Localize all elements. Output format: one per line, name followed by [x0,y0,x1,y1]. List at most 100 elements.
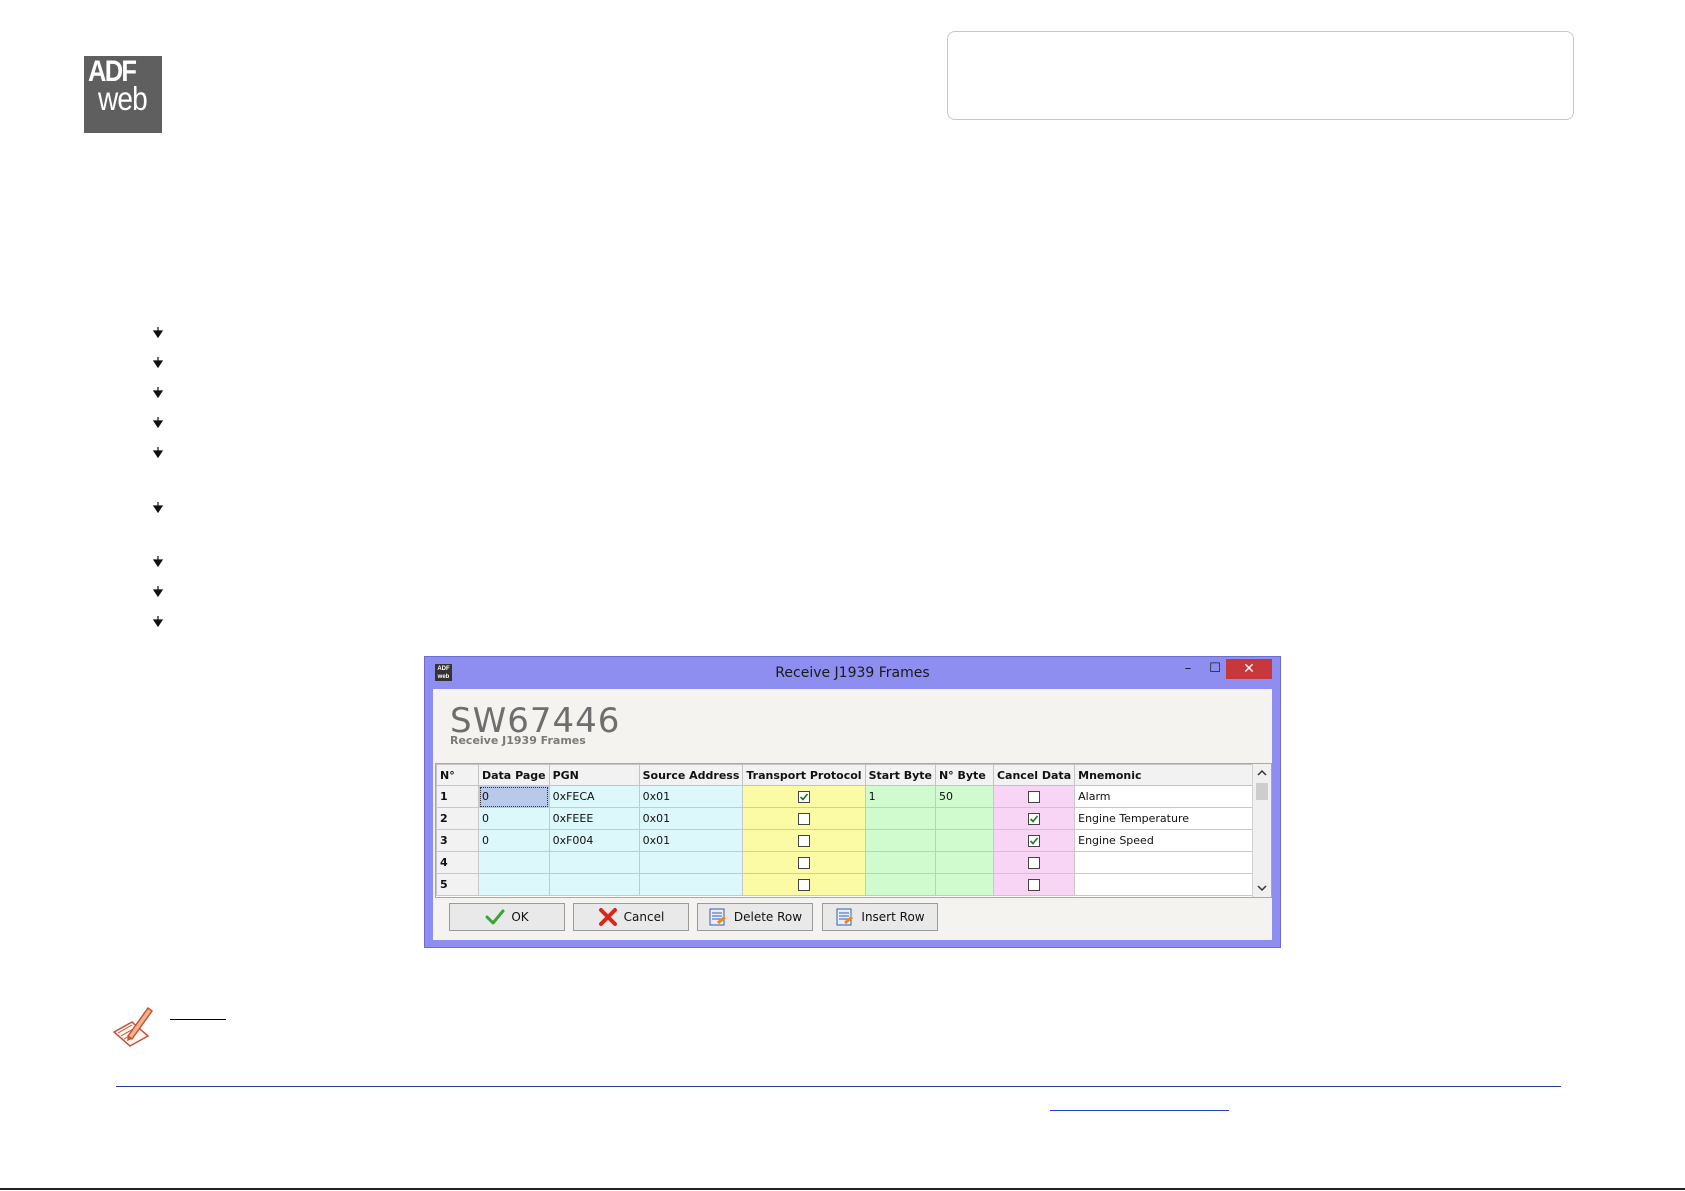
mnemonic-cell[interactable] [1074,851,1266,874]
n-byte-cell[interactable] [934,829,994,852]
cancel-data-checkbox[interactable] [1028,879,1041,891]
transport-protocol-checkbox[interactable] [797,857,810,869]
transport-protocol-cell[interactable] [742,851,866,874]
cancel-data-cell[interactable] [992,785,1076,808]
source-address-cell[interactable] [638,851,744,874]
arrow-bullet-icon [152,327,164,339]
column-header[interactable]: Cancel Data [992,764,1076,786]
arrow-bullet-icon [152,556,164,568]
cancel-data-checkbox[interactable] [1028,857,1041,869]
start-byte-cell[interactable]: 1 [864,785,936,808]
source-address-cell[interactable]: 0x01 [638,829,744,852]
transport-protocol-cell[interactable] [742,829,866,852]
note-underline [170,1019,226,1020]
row-number: 5 [436,873,479,896]
data-page-cell[interactable]: 0 [478,785,550,808]
start-byte-cell[interactable] [864,851,936,874]
cancel-data-checkbox[interactable] [1028,813,1041,825]
pgn-cell[interactable]: 0xFEEE [548,807,640,830]
transport-protocol-checkbox[interactable] [797,791,810,803]
cancel-data-cell[interactable] [992,873,1076,896]
column-header[interactable]: Mnemonic [1074,764,1266,786]
logo-web-text: web [98,80,148,117]
transport-protocol-checkbox[interactable] [797,879,810,891]
n-byte-cell[interactable] [934,851,994,874]
source-address-cell[interactable]: 0x01 [638,807,744,830]
row-number: 4 [436,851,479,874]
insert-row-button[interactable]: Insert Row [822,903,938,931]
transport-protocol-cell[interactable] [742,785,866,808]
adfweb-logo: ADF web [84,56,162,133]
cancel-data-cell[interactable] [992,829,1076,852]
column-header[interactable]: Data Page [478,764,550,786]
data-page-cell[interactable] [478,851,550,874]
pgn-cell[interactable] [548,873,640,896]
ok-button[interactable]: OK [449,903,565,931]
column-header[interactable]: N° Byte [934,764,994,786]
receive-j1939-frames-window: ADF web Receive J1939 Frames – ☐ ✕ SW6744… [424,656,1281,948]
cancel-data-cell[interactable] [992,807,1076,830]
close-button[interactable]: ✕ [1226,659,1272,679]
note-pencil-icon [110,1002,158,1048]
scroll-up-icon[interactable] [1253,765,1271,781]
column-header[interactable]: Transport Protocol [742,764,866,786]
header-info-box [947,31,1574,120]
footer-divider [116,1086,1561,1087]
column-header[interactable]: Source Address [638,764,744,786]
row-number: 3 [436,829,479,852]
arrow-bullet-icon [152,502,164,514]
footer-link-underline[interactable] [1050,1110,1229,1111]
delete-row-button[interactable]: Delete Row [697,903,813,931]
arrow-bullet-icon [152,447,164,459]
window-title: Receive J1939 Frames [775,665,930,681]
data-page-cell[interactable] [478,873,550,896]
n-byte-cell[interactable] [934,873,994,896]
cancel-data-checkbox[interactable] [1028,791,1041,803]
frames-table-container: N° Data Page PGN Source Address Transpor… [435,763,1272,898]
transport-protocol-cell[interactable] [742,873,866,896]
window-titlebar[interactable]: ADF web Receive J1939 Frames – ☐ ✕ [425,657,1280,689]
red-x-icon [598,907,618,927]
scroll-down-icon[interactable] [1253,880,1271,896]
mnemonic-cell[interactable]: Engine Speed [1074,829,1266,852]
start-byte-cell[interactable] [864,807,936,830]
transport-protocol-checkbox[interactable] [797,813,810,825]
transport-protocol-cell[interactable] [742,807,866,830]
cancel-data-checkbox[interactable] [1028,835,1041,847]
checkmark-icon [485,907,505,927]
source-address-cell[interactable]: 0x01 [638,785,744,808]
arrow-bullet-icon [152,357,164,369]
product-subtitle: Receive J1939 Frames [450,734,586,747]
data-page-cell[interactable]: 0 [478,807,550,830]
arrow-bullet-icon [152,417,164,429]
pgn-cell[interactable] [548,851,640,874]
arrow-bullet-icon [152,616,164,628]
table-row: 4 [436,851,1266,874]
data-page-cell[interactable]: 0 [478,829,550,852]
mnemonic-cell[interactable]: Engine Temperature [1074,807,1266,830]
table-row: 3 0 0xF004 0x01 Engine Speed [436,829,1266,852]
n-byte-cell[interactable] [934,807,994,830]
table-row: 2 0 0xFEEE 0x01 Engine Temperature [436,807,1266,830]
column-header[interactable]: PGN [548,764,640,786]
start-byte-cell[interactable] [864,829,936,852]
pgn-cell[interactable]: 0xF004 [548,829,640,852]
source-address-cell[interactable] [638,873,744,896]
cancel-button[interactable]: Cancel [573,903,689,931]
column-header[interactable]: N° [436,764,479,786]
frames-table: N° Data Page PGN Source Address Transpor… [436,764,1266,896]
arrow-bullet-icon [152,387,164,399]
mnemonic-cell[interactable]: Alarm [1074,785,1266,808]
mnemonic-cell[interactable] [1074,873,1266,896]
vertical-scrollbar[interactable] [1252,764,1271,897]
minimize-button[interactable]: – [1177,659,1199,679]
maximize-button[interactable]: ☐ [1204,659,1226,679]
pgn-cell[interactable]: 0xFECA [548,785,640,808]
scrollbar-thumb[interactable] [1256,783,1268,800]
transport-protocol-checkbox[interactable] [797,835,810,847]
column-header[interactable]: Start Byte [864,764,936,786]
n-byte-cell[interactable]: 50 [934,785,994,808]
delete-row-button-label: Delete Row [733,910,803,924]
start-byte-cell[interactable] [864,873,936,896]
cancel-data-cell[interactable] [992,851,1076,874]
